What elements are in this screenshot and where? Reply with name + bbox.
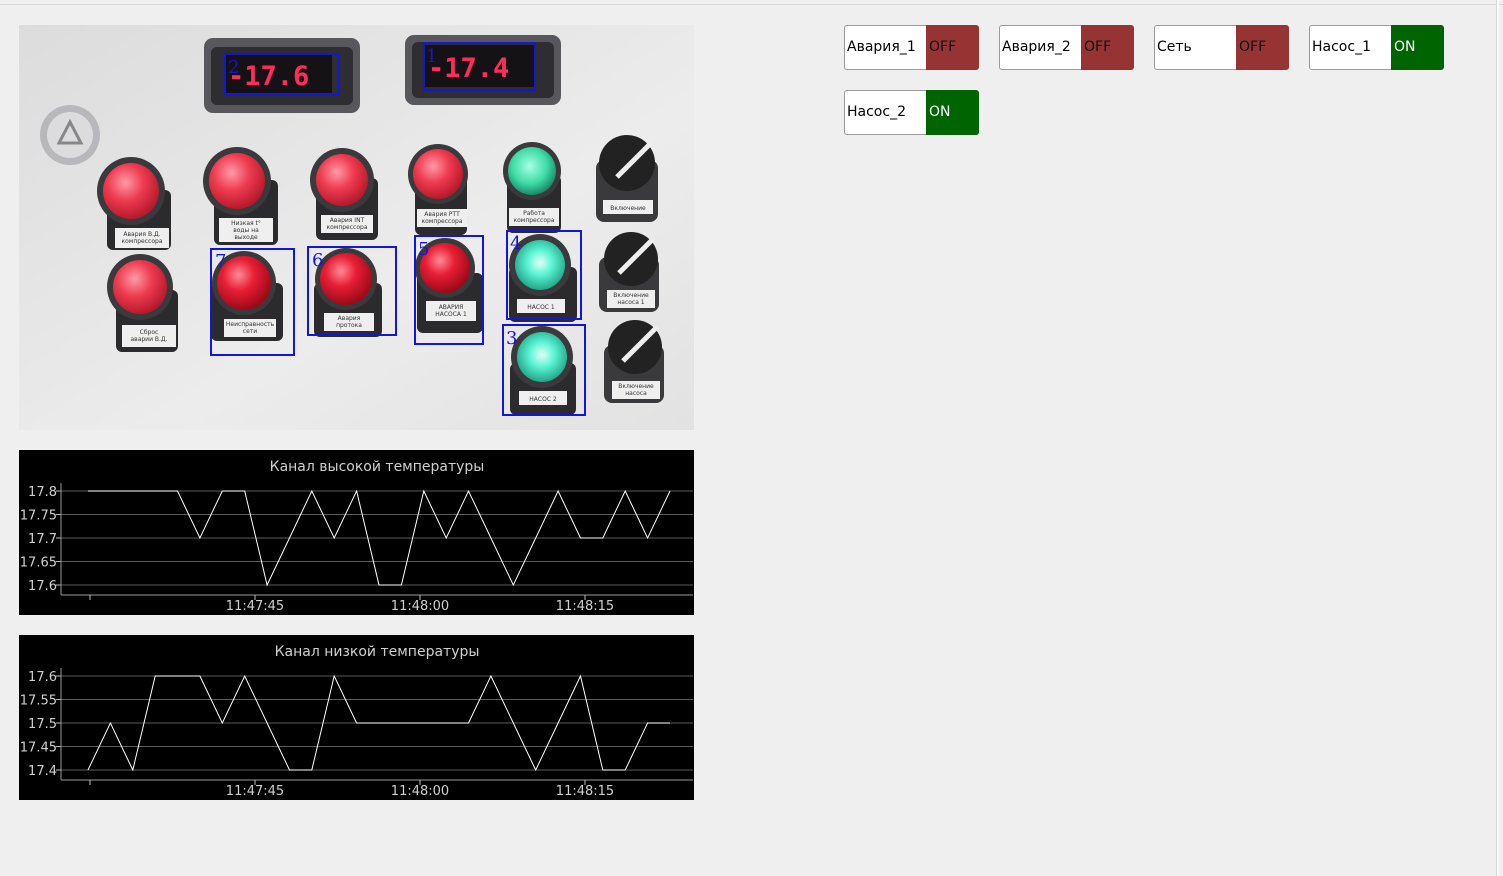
camera-image: -17.6 -17.4 Авария В.Д. компрессора Низк…: [19, 25, 694, 430]
plate-text: воды на: [233, 227, 259, 234]
status-label: Насос_2: [844, 90, 926, 135]
status-value: OFF: [1081, 25, 1134, 70]
detection-id: 5: [418, 239, 429, 260]
status-pump-2: Насос_2 ON: [844, 90, 979, 135]
plate-text: выходе: [234, 234, 258, 241]
y-tick-label: 17.4: [28, 764, 57, 779]
plate-text: компрессора: [122, 238, 163, 245]
plate-text: Сброс: [140, 329, 159, 336]
status-label: Авария_1: [844, 25, 926, 70]
plate-text: сети: [243, 328, 257, 335]
status-label: Насос_1: [1309, 25, 1391, 70]
chart-title: Канал низкой температуры: [275, 644, 480, 660]
detection-id: 6: [312, 250, 323, 271]
x-tick-label: 11:48:15: [556, 784, 614, 799]
y-tick-label: 17.5: [28, 717, 57, 732]
plate-text: аварии В.Д.: [130, 336, 167, 343]
status-value: OFF: [926, 25, 979, 70]
x-tick-label: 11:48:00: [391, 599, 449, 614]
thermostat-2-reading: -17.6: [228, 61, 309, 92]
plate-text: Авария РТТ: [424, 211, 460, 218]
status-label: Сеть: [1154, 25, 1236, 70]
detection-id: 4: [510, 233, 521, 254]
chart-title: Канал высокой температуры: [270, 459, 485, 475]
window-top-divider: [0, 4, 1503, 5]
plate-text: НАСОС 2: [529, 396, 557, 403]
plate-text: Неисправность: [226, 321, 275, 328]
plate-text: НАСОС 1: [527, 304, 555, 311]
status-value: ON: [926, 90, 979, 135]
detection-id: 1: [426, 46, 437, 67]
plate-text: НАСОСА 1: [435, 311, 467, 318]
y-tick-label: 17.6: [28, 670, 57, 685]
scrollbar-track[interactable]: [1496, 0, 1499, 876]
plate-text: насоса: [625, 390, 647, 397]
plate-text: компрессора: [327, 224, 368, 231]
y-tick-label: 17.65: [20, 556, 57, 571]
y-tick-label: 17.75: [20, 509, 57, 524]
detection-id: 7: [215, 251, 226, 272]
y-tick-label: 17.45: [20, 741, 57, 756]
chart-high-temperature: Канал высокой температуры 17.8 17.75 17.7 17…: [19, 450, 694, 615]
y-tick-label: 17.6: [28, 579, 57, 594]
plate-text: насоса 1: [617, 299, 644, 306]
plate-text: Включение: [613, 292, 649, 299]
camera-view: -17.6 -17.4 Авария В.Д. компрессора Низк…: [19, 25, 694, 430]
status-pump-1: Насос_1 ON: [1309, 25, 1444, 70]
plate-text: Включение: [610, 205, 646, 212]
plate-text: Включение: [618, 383, 654, 390]
plate-text: протока: [336, 322, 362, 329]
status-network: Сеть OFF: [1154, 25, 1289, 70]
status-alarm-1: Авария_1 OFF: [844, 25, 979, 70]
status-alarm-2: Авария_2 OFF: [999, 25, 1134, 70]
plate-text: компрессора: [422, 218, 463, 225]
y-tick-label: 17.7: [28, 532, 57, 547]
plate-text: Авария В.Д.: [123, 231, 160, 238]
plate-text: Работа: [523, 210, 545, 217]
y-tick-label: 17.55: [20, 694, 57, 709]
thermostat-1-reading: -17.4: [428, 53, 509, 84]
plate-text: компрессора: [514, 217, 555, 224]
status-value: OFF: [1236, 25, 1289, 70]
x-tick-label: 11:48:00: [391, 784, 449, 799]
chart-low-temperature: Канал низкой температуры 17.6 17.55 17.5 17.…: [19, 635, 694, 800]
x-tick-label: 11:47:45: [226, 784, 284, 799]
detection-id: 2: [228, 57, 239, 78]
plate-text: Низкая t°: [231, 220, 261, 227]
x-tick-label: 11:47:45: [226, 599, 284, 614]
x-tick-label: 11:48:15: [556, 599, 614, 614]
status-label: Авария_2: [999, 25, 1081, 70]
plate-text: АВАРИЯ: [439, 304, 464, 311]
status-value: ON: [1391, 25, 1444, 70]
detection-id: 3: [506, 328, 517, 349]
plate-text: Авария: [338, 315, 361, 322]
chart-high-svg: Канал высокой температуры 17.8 17.75 17.7 17…: [20, 459, 693, 614]
plate-text: Авария INT: [330, 217, 365, 224]
chart-low-svg: Канал низкой температуры 17.6 17.55 17.5 17.…: [20, 644, 693, 799]
emergency-button: [40, 105, 100, 165]
y-tick-label: 17.8: [28, 485, 57, 500]
